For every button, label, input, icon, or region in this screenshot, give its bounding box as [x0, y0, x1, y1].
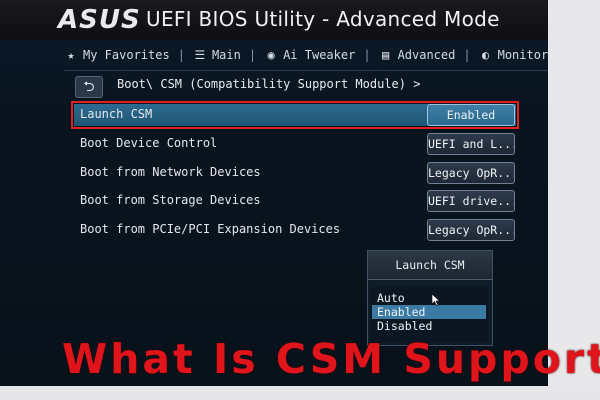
option-enabled[interactable]: Enabled [372, 305, 486, 319]
bios-screen: ASUS UEFI BIOS Utility - Advanced Mode ★… [0, 0, 548, 386]
mouse-cursor-icon [432, 294, 440, 306]
setting-label: Boot from Storage Devices [80, 193, 261, 207]
list-icon: ☰ [194, 48, 206, 62]
tab-label: Main [211, 48, 241, 62]
option-disabled[interactable]: Disabled [372, 319, 486, 333]
tab-separator: | [363, 48, 371, 62]
setting-label: Boot Device Control [80, 136, 218, 150]
option-auto[interactable]: Auto [372, 291, 486, 305]
tab-label: Monitor [497, 48, 548, 62]
tab-separator: | [248, 48, 257, 62]
back-button[interactable]: ⮌ [75, 76, 103, 98]
tab-label: My Favorites [83, 48, 170, 62]
title-bar: ASUS UEFI BIOS Utility - Advanced Mode [0, 0, 548, 40]
tab-main[interactable]: ☰ Main [193, 48, 241, 62]
tab-ai-tweaker[interactable]: ◉ Ai Tweaker [264, 48, 355, 62]
back-arrow-icon: ⮌ [83, 79, 95, 95]
setting-value-button[interactable]: Legacy OpR... [427, 219, 515, 241]
setting-value-button[interactable]: UEFI and L... [427, 133, 515, 155]
advanced-icon: ▤ [381, 48, 390, 62]
tab-label: Ai Tweaker [283, 48, 356, 62]
launch-csm-dropdown: Launch CSM Auto Enabled Disabled [367, 250, 493, 346]
monitor-bezel-bottom [0, 386, 600, 400]
breadcrumb: Boot\ CSM (Compatibility Support Module)… [117, 77, 421, 91]
tab-separator: | [177, 48, 185, 62]
setting-boot-device-control[interactable]: Boot Device Control UEFI and L... [74, 133, 516, 155]
tab-separator: | [463, 48, 471, 62]
tab-bar: ★ My Favorites | ☰ Main | ◉ Ai Tweaker |… [64, 46, 548, 64]
star-icon: ★ [67, 48, 75, 62]
setting-launch-csm[interactable]: Launch CSM Enabled [71, 101, 519, 129]
setting-boot-storage-devices[interactable]: Boot from Storage Devices UEFI drive... [74, 190, 516, 212]
setting-label: Launch CSM [80, 107, 153, 121]
setting-boot-network-devices[interactable]: Boot from Network Devices Legacy OpR... [74, 162, 516, 184]
setting-boot-pcie-devices[interactable]: Boot from PCIe/PCI Expansion Devices Leg… [74, 219, 516, 241]
setting-label: Boot from PCIe/PCI Expansion Devices [80, 222, 341, 236]
tab-my-favorites[interactable]: ★ My Favorites [64, 48, 170, 62]
monitor-icon: ◐ [481, 48, 490, 62]
tab-advanced[interactable]: ▤ Advanced [379, 48, 456, 62]
setting-value-button[interactable]: Legacy OpR... [427, 162, 515, 184]
setting-value-button[interactable]: UEFI drive... [427, 190, 515, 212]
divider [64, 70, 548, 71]
tab-label: Advanced [397, 48, 456, 62]
tweaker-icon: ◉ [267, 48, 275, 62]
setting-label: Boot from Network Devices [80, 165, 261, 179]
window-title: UEFI BIOS Utility - Advanced Mode [146, 7, 500, 31]
setting-value-button[interactable]: Enabled [427, 104, 515, 126]
overlay-caption: What Is CSM Support [62, 335, 600, 383]
tab-monitor[interactable]: ◐ Monitor [479, 48, 548, 62]
asus-logo: ASUS [58, 5, 141, 35]
dropdown-title: Launch CSM [368, 251, 492, 280]
